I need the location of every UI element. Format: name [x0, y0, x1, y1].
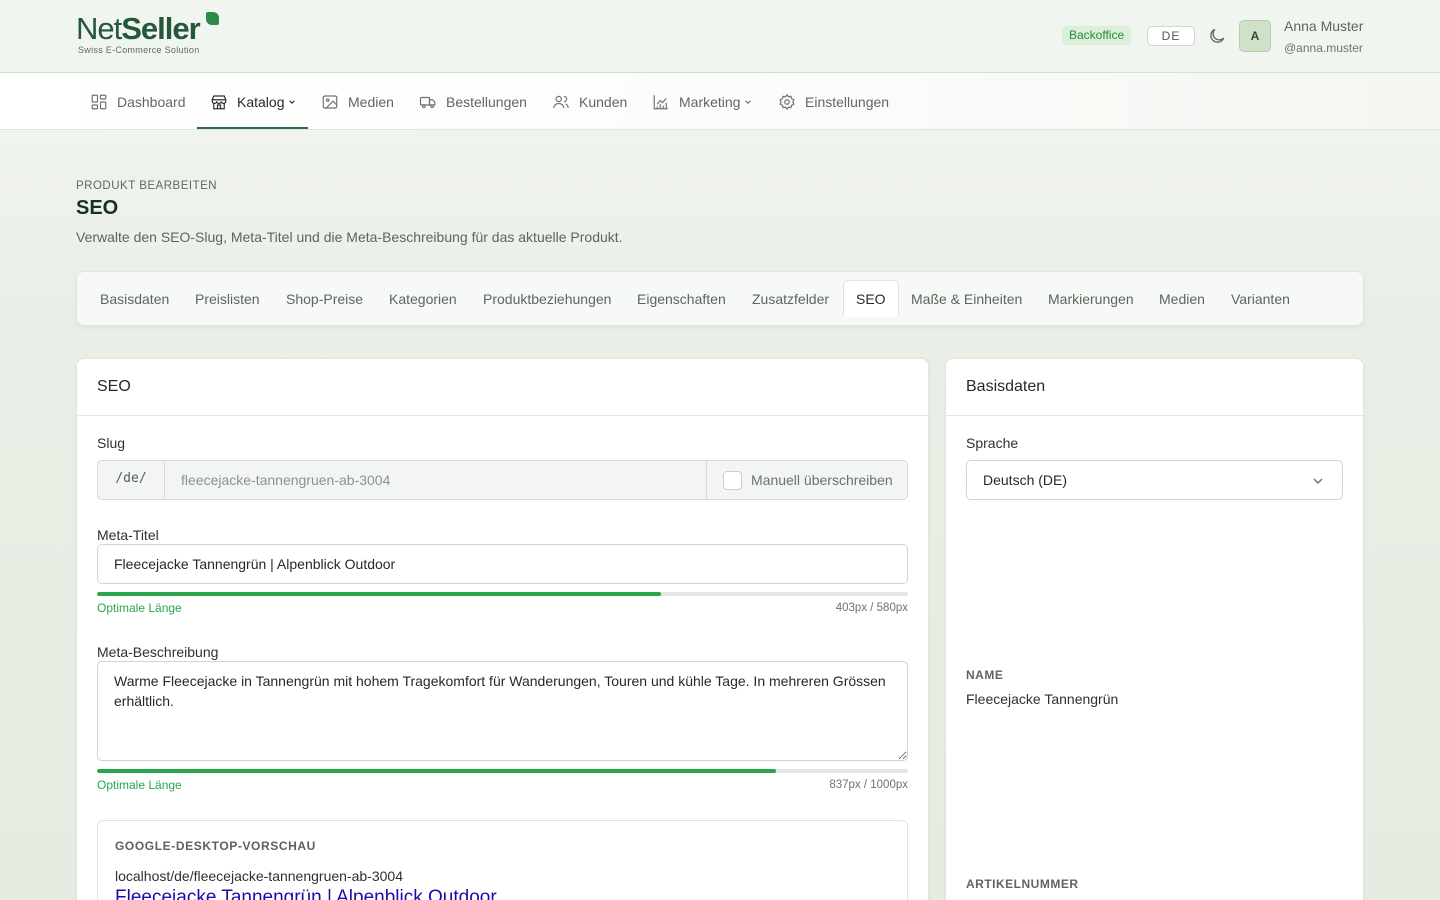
meta-description-status: Optimale Länge — [97, 778, 182, 792]
nav-label: Einstellungen — [805, 93, 890, 110]
meta-title-length-fill — [97, 592, 661, 596]
nav-kunden[interactable]: Kunden — [552, 73, 627, 130]
meta-title-length-bar — [97, 592, 908, 596]
language-select[interactable]: Deutsch (DE) — [966, 460, 1343, 500]
store-icon — [211, 94, 227, 109]
tab-basisdaten[interactable]: Basisdaten — [100, 272, 169, 327]
image-icon — [322, 94, 338, 109]
seo-card: SEO Slug /de/ Manuell überschreiben Meta… — [76, 358, 929, 900]
slug-field-group: /de/ Manuell überschreiben — [97, 460, 908, 500]
tab-varianten[interactable]: Varianten — [1231, 272, 1290, 327]
basisdaten-card-title: Basisdaten — [966, 378, 1046, 395]
tab-produktbeziehungen[interactable]: Produktbeziehungen — [483, 272, 611, 327]
truck-icon — [419, 96, 436, 108]
meta-description-label: Meta-Beschreibung — [97, 644, 219, 660]
nav-label: Medien — [348, 93, 394, 110]
dashboard-icon — [91, 94, 107, 109]
main-navigation: Dashboard Katalog Medien Bestellungen Ku… — [0, 73, 1440, 130]
manual-override-checkbox[interactable] — [723, 470, 742, 490]
meta-title-length: 403px / 580px — [835, 602, 908, 614]
language-label: Sprache — [966, 435, 1019, 451]
preview-label: GOOGLE-DESKTOP-VORSCHAU — [115, 839, 316, 853]
page-description: Verwalte den SEO-Slug, Meta-Titel und di… — [76, 229, 623, 245]
tab-kategorien[interactable]: Kategorien — [389, 272, 457, 327]
tab-preislisten[interactable]: Preislisten — [195, 272, 260, 327]
page-eyebrow: PRODUKT BEARBEITEN — [76, 180, 218, 192]
user-handle: @anna.muster — [1284, 41, 1363, 55]
chevron-down-icon — [1313, 478, 1323, 484]
name-caption: NAME — [966, 668, 1004, 682]
google-preview: GOOGLE-DESKTOP-VORSCHAU localhost/de/fle… — [97, 820, 908, 900]
chevron-down-icon — [289, 99, 296, 104]
basisdaten-card-header: Basisdaten — [946, 359, 1363, 416]
article-number-caption: ARTIKELNUMMER — [966, 877, 1079, 891]
tab-markierungen[interactable]: Markierungen — [1048, 272, 1134, 327]
nav-label: Katalog — [237, 93, 285, 110]
tab-medien[interactable]: Medien — [1159, 272, 1205, 327]
meta-description-length: 837px / 1000px — [829, 779, 908, 791]
nav-label: Bestellungen — [446, 93, 527, 110]
language-switch-button[interactable]: DE — [1147, 26, 1195, 46]
users-icon — [553, 95, 569, 108]
avatar[interactable]: A — [1239, 20, 1271, 52]
seo-card-title: SEO — [97, 378, 131, 395]
name-value: Fleecejacke Tannengrün — [966, 691, 1119, 707]
nav-katalog[interactable]: Katalog — [210, 73, 296, 130]
language-select-value: Deutsch (DE) — [983, 472, 1068, 488]
nav-dashboard[interactable]: Dashboard — [90, 73, 186, 130]
chevron-down-icon — [745, 99, 752, 104]
nav-bestellungen[interactable]: Bestellungen — [419, 73, 527, 130]
tab-zusatzfelder[interactable]: Zusatzfelder — [752, 272, 829, 327]
tab-eigenschaften[interactable]: Eigenschaften — [637, 272, 726, 327]
backoffice-badge: Backoffice — [1062, 26, 1132, 45]
meta-title-label: Meta-Titel — [97, 527, 159, 543]
nav-einstellungen[interactable]: Einstellungen — [778, 73, 889, 130]
manual-override-label: Manuell überschreiben — [751, 472, 893, 488]
preview-url: localhost/de/fleecejacke-tannengruen-ab-… — [115, 868, 403, 884]
gear-icon — [779, 93, 795, 110]
active-nav-indicator — [197, 127, 308, 129]
preview-title-link[interactable]: Fleecejacke Tannengrün | Alpenblick Outd… — [115, 887, 497, 900]
nav-marketing[interactable]: Marketing — [652, 73, 752, 130]
tab-seo[interactable]: SEO — [843, 280, 899, 317]
slug-prefix: /de/ — [98, 461, 165, 499]
nav-label: Kunden — [579, 93, 628, 110]
meta-description-length-fill — [97, 769, 776, 773]
page-title: SEO — [76, 197, 119, 219]
netseller-logo[interactable]: NetSeller Swiss E-Commerce Solution — [76, 12, 226, 60]
logo-wordmark: NetSeller — [76, 11, 201, 46]
nav-medien[interactable]: Medien — [321, 73, 394, 130]
slug-label: Slug — [97, 435, 126, 451]
chart-icon — [653, 94, 668, 109]
manual-override-toggle[interactable]: Manuell überschreiben — [706, 461, 907, 499]
meta-description-length-bar — [97, 769, 908, 773]
meta-description-textarea[interactable]: Warme Fleecejacke in Tannengrün mit hohe… — [97, 661, 908, 761]
meta-title-status: Optimale Länge — [97, 601, 182, 615]
nav-label: Marketing — [679, 93, 741, 110]
logo-tagline: Swiss E-Commerce Solution — [78, 45, 200, 55]
seo-card-header: SEO — [77, 359, 928, 416]
tab-shop-preise[interactable]: Shop-Preise — [286, 272, 363, 327]
leaf-icon — [206, 12, 219, 25]
nav-label: Dashboard — [117, 93, 186, 110]
logo-net: Net — [76, 11, 122, 46]
top-header: NetSeller Swiss E-Commerce Solution Back… — [0, 0, 1440, 73]
logo-seller: Seller — [121, 11, 200, 46]
slug-input[interactable] — [165, 461, 706, 499]
user-name[interactable]: Anna Muster — [1284, 18, 1363, 34]
moon-icon[interactable] — [1207, 26, 1227, 46]
basisdaten-card: Basisdaten Sprache Deutsch (DE) NAME Fle… — [945, 358, 1364, 900]
tab-masse-einheiten[interactable]: Maße & Einheiten — [911, 272, 1022, 327]
product-tabs: Basisdaten Preislisten Shop-Preise Kateg… — [76, 271, 1364, 326]
meta-title-input[interactable] — [97, 544, 908, 584]
